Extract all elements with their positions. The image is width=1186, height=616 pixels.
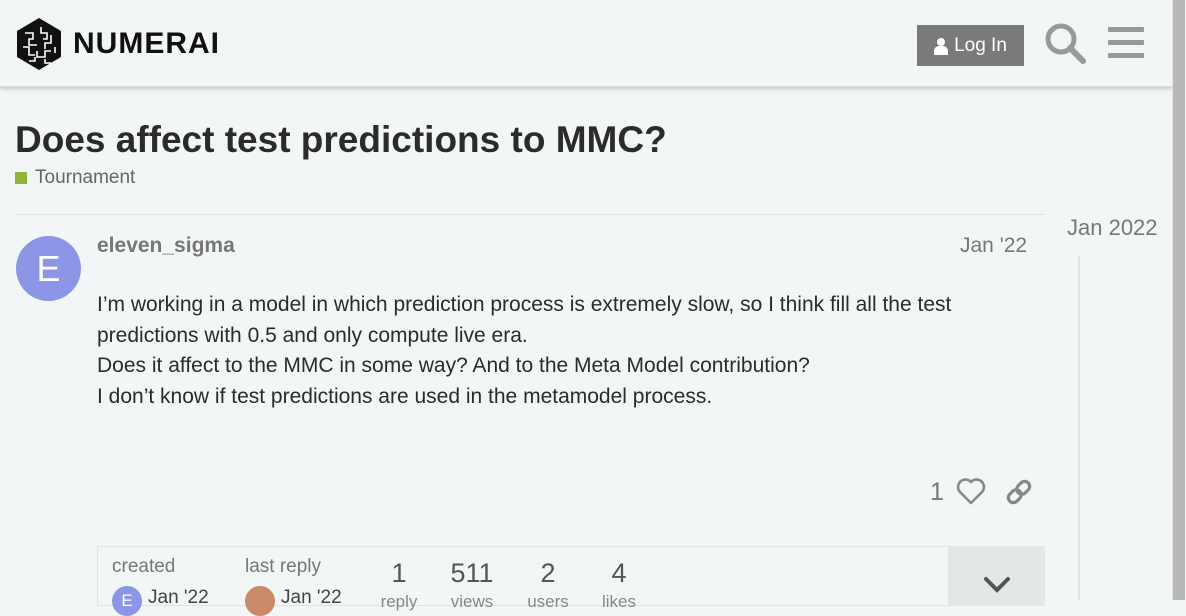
site-header: NUMERAI Log In: [0, 0, 1172, 87]
created-date[interactable]: Jan '22: [148, 587, 209, 609]
menu-icon: [1108, 27, 1144, 58]
category-badge[interactable]: Tournament: [15, 167, 135, 189]
replies-label: reply: [380, 592, 418, 611]
like-count[interactable]: 1: [930, 478, 944, 507]
created-label: created: [112, 556, 176, 577]
post-paragraph: I don’t know if test predictions are use…: [97, 384, 713, 408]
post-body: I’m working in a model in which predicti…: [97, 290, 1027, 412]
timeline-scroller[interactable]: [1078, 256, 1080, 600]
created-avatar-letter: E: [121, 591, 133, 610]
search-icon: [1045, 23, 1086, 64]
category-name: Tournament: [35, 167, 136, 188]
topic-map-expand-button[interactable]: [948, 546, 1045, 606]
post-date[interactable]: Jan '22: [960, 234, 1027, 258]
post-paragraph: Does it affect to the MMC in some way? A…: [97, 354, 810, 377]
topic-title[interactable]: Does affect test predictions to MMC?: [15, 119, 667, 161]
avatar[interactable]: E: [16, 236, 81, 301]
scrollbar-thumb[interactable]: [1173, 0, 1185, 600]
search-button[interactable]: [1044, 22, 1086, 64]
replies-count: 1: [391, 558, 407, 588]
last-reply-date[interactable]: Jan '22: [281, 587, 342, 609]
chevron-down-icon: [984, 577, 1010, 593]
created-avatar[interactable]: E: [112, 586, 142, 616]
divider: [15, 214, 1045, 215]
like-button[interactable]: [956, 477, 986, 505]
user-icon: [934, 37, 949, 55]
category-color-square: [15, 172, 27, 184]
hamburger-menu-button[interactable]: [1107, 24, 1145, 62]
post-paragraph: I’m working in a model in which predicti…: [97, 293, 952, 347]
users-count: 2: [540, 558, 556, 588]
site-logo[interactable]: NUMERAI: [15, 17, 220, 71]
last-reply-avatar[interactable]: [245, 586, 275, 616]
link-icon: [1006, 479, 1032, 505]
heart-icon: [956, 478, 986, 505]
brand-name: NUMERAI: [73, 27, 220, 60]
likes-count: 4: [611, 558, 627, 588]
timeline-date[interactable]: Jan 2022: [1067, 215, 1158, 241]
numerai-logo-icon: [17, 18, 61, 70]
share-link-button[interactable]: [1004, 477, 1034, 507]
login-label: Log In: [954, 34, 1007, 56]
likes-label: likes: [601, 592, 636, 611]
views-count: 511: [450, 558, 494, 588]
last-reply-label: last reply: [245, 556, 322, 577]
views-label: views: [450, 592, 494, 611]
users-label: users: [527, 592, 569, 611]
post-author[interactable]: eleven_sigma: [97, 234, 235, 258]
login-button[interactable]: Log In: [917, 25, 1024, 66]
avatar-letter: E: [36, 247, 61, 289]
